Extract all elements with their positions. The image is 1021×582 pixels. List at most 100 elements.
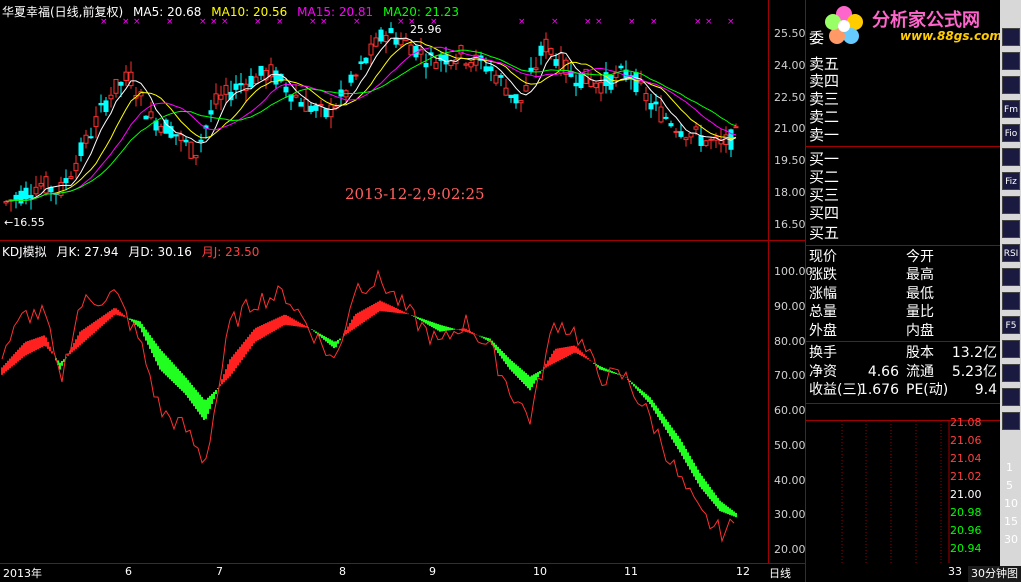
candle-body	[348, 74, 354, 83]
candle-body	[633, 72, 639, 93]
ob-sell-2[interactable]: 卖二	[809, 109, 839, 126]
price-plot[interactable]: × × × × × × × × × × × × × × × × × × × × × × × ×	[0, 0, 806, 240]
ob-buy-2[interactable]: 买二	[809, 169, 839, 186]
y-tick: 100.00	[774, 265, 813, 278]
candle-body	[148, 111, 154, 119]
candle-body	[368, 43, 374, 56]
candle-body	[518, 100, 524, 104]
x-tick: 12	[736, 565, 750, 578]
toolbar-button[interactable]	[1002, 364, 1020, 382]
ma10-label: MA10: 20.56	[211, 5, 288, 19]
tick-y: 21.08	[950, 416, 982, 429]
ob-sell-4[interactable]: 卖四	[809, 73, 839, 90]
toolbar-button[interactable]	[1002, 340, 1020, 358]
toolbar-button[interactable]: Fm	[1002, 100, 1020, 118]
quote-label: 换手	[809, 345, 837, 361]
tick-y: 21.04	[950, 452, 982, 465]
candle-body	[673, 130, 679, 133]
candle-body	[503, 87, 509, 96]
toolbar-button[interactable]	[1002, 76, 1020, 94]
tick-x: 15	[1004, 515, 1018, 528]
candle-body	[363, 57, 369, 64]
candle-body	[93, 116, 99, 128]
toolbar-button[interactable]	[1002, 292, 1020, 310]
candle-body	[298, 102, 304, 107]
candle-body	[653, 101, 659, 105]
toolbar-button[interactable]	[1002, 52, 1020, 70]
candle-body	[543, 38, 549, 53]
ob-sell-1[interactable]: 卖一	[809, 127, 839, 144]
tick-x: 5	[1006, 479, 1013, 492]
candle-body	[188, 141, 194, 159]
quote-label: 涨跌	[809, 267, 837, 283]
ob-sell-3[interactable]: 卖三	[809, 91, 839, 108]
candle-body	[103, 100, 109, 113]
quote-label: 最低	[906, 286, 934, 302]
toolbar-button[interactable]: F5	[1002, 316, 1020, 334]
kdj-title: KDJ模拟	[2, 245, 47, 259]
y-tick: 40.00	[774, 474, 806, 487]
y-tick: 80.00	[774, 335, 806, 348]
candle-body	[113, 78, 119, 94]
candle-body	[88, 136, 94, 139]
ob-sell-5[interactable]: 卖五	[809, 56, 839, 73]
toolbar-button[interactable]	[1002, 28, 1020, 46]
ob-buy-4[interactable]: 买四	[809, 205, 839, 222]
candle-body	[393, 37, 399, 45]
candle-body	[323, 108, 329, 118]
candle-body	[358, 61, 364, 65]
candle-body	[668, 123, 674, 127]
x-tick: 10	[533, 565, 547, 578]
candle-body	[593, 82, 599, 89]
high-label: 25.96	[410, 23, 442, 36]
quote-value: 9.4	[974, 382, 997, 398]
signal-marker: ×	[551, 17, 559, 27]
tab-30min[interactable]: 30分钟图	[968, 566, 1021, 582]
ob-divider	[806, 341, 1000, 342]
ob-header: 委	[809, 29, 825, 47]
ob-buy-1[interactable]: 买一	[809, 151, 839, 168]
candle-body	[78, 142, 84, 157]
period-label[interactable]: 日线	[769, 565, 791, 581]
candle-body	[23, 187, 29, 200]
candle-body	[688, 132, 694, 138]
kdj-plot[interactable]	[0, 241, 806, 563]
candle-body	[383, 34, 389, 42]
toolbar-button[interactable]: Fio	[1002, 124, 1020, 142]
candle-body	[193, 154, 199, 159]
toolbar-button[interactable]: RSI	[1002, 244, 1020, 262]
x-tick: 11	[624, 565, 638, 578]
toolbar-button[interactable]	[1002, 196, 1020, 214]
ob-buy-5[interactable]: 买五	[809, 225, 839, 242]
quote-value: 4.66	[867, 364, 899, 380]
x-tick: 2013年	[3, 567, 42, 580]
kdj-chart[interactable]	[0, 241, 806, 563]
candle-body	[703, 140, 709, 146]
toolbar-button[interactable]	[1002, 148, 1020, 166]
ob-buy-3[interactable]: 买三	[809, 187, 839, 204]
toolbar-button[interactable]	[1002, 388, 1020, 406]
tick-y: 20.94	[950, 542, 982, 555]
quote-label: 净资	[809, 364, 837, 380]
toolbar-button[interactable]: Fiz	[1002, 172, 1020, 190]
candle-body	[328, 104, 334, 118]
y-tick: 25.50	[774, 27, 806, 40]
main-chart[interactable]: × × × × × × × × × × × × × × × × × × × × × × × ×	[0, 0, 806, 240]
candle-body	[448, 60, 454, 67]
candle-body	[643, 93, 649, 102]
toolbar-button[interactable]	[1002, 220, 1020, 238]
candle-body	[208, 110, 214, 115]
candle-body	[83, 134, 89, 144]
y-tick: 90.00	[774, 300, 806, 313]
candle-body	[663, 116, 669, 119]
candle-body	[388, 28, 394, 34]
y-tick: 19.50	[774, 154, 806, 167]
tick-y: 20.96	[950, 524, 982, 537]
toolbar-button[interactable]	[1002, 412, 1020, 430]
candle-body	[553, 59, 559, 66]
toolbar-button[interactable]	[1002, 268, 1020, 286]
x-tick: 8	[339, 565, 346, 578]
flower-icon	[825, 6, 863, 44]
candle-body	[108, 94, 114, 100]
signal-marker: ×	[727, 17, 735, 27]
